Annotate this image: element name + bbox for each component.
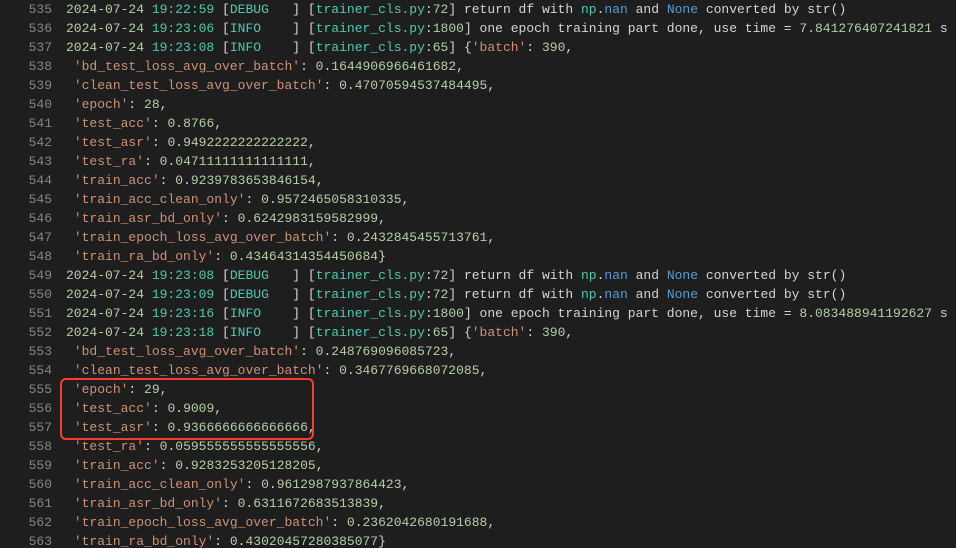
line-number: 556 <box>0 399 52 418</box>
code-line[interactable]: 'train_epoch_loss_avg_over_batch': 0.243… <box>66 228 956 247</box>
line-number: 540 <box>0 95 52 114</box>
code-line[interactable]: 2024-07-24 19:23:16 [INFO ] [trainer_cls… <box>66 304 956 323</box>
line-number: 557 <box>0 418 52 437</box>
code-line[interactable]: 'epoch': 29, <box>66 380 956 399</box>
code-line[interactable]: 2024-07-24 19:23:08 [INFO ] [trainer_cls… <box>66 38 956 57</box>
line-number: 539 <box>0 76 52 95</box>
line-number: 551 <box>0 304 52 323</box>
code-content[interactable]: 2024-07-24 19:22:59 [DEBUG ] [trainer_cl… <box>66 0 956 548</box>
line-number: 549 <box>0 266 52 285</box>
line-number: 548 <box>0 247 52 266</box>
line-number: 562 <box>0 513 52 532</box>
line-number: 545 <box>0 190 52 209</box>
line-number: 553 <box>0 342 52 361</box>
line-number: 558 <box>0 437 52 456</box>
code-line[interactable]: 'train_asr_bd_only': 0.6242983159582999, <box>66 209 956 228</box>
code-line[interactable]: 2024-07-24 19:22:59 [DEBUG ] [trainer_cl… <box>66 0 956 19</box>
code-line[interactable]: 'test_ra': 0.04711111111111111, <box>66 152 956 171</box>
line-number: 538 <box>0 57 52 76</box>
line-number: 552 <box>0 323 52 342</box>
line-number: 561 <box>0 494 52 513</box>
line-number: 560 <box>0 475 52 494</box>
code-line[interactable]: 'train_ra_bd_only': 0.43464314354450684} <box>66 247 956 266</box>
code-line[interactable]: 'clean_test_loss_avg_over_batch': 0.4707… <box>66 76 956 95</box>
code-line[interactable]: 'test_acc': 0.8766, <box>66 114 956 133</box>
code-line[interactable]: 'test_asr': 0.9492222222222222, <box>66 133 956 152</box>
code-line[interactable]: 'train_acc_clean_only': 0.96129879378644… <box>66 475 956 494</box>
code-editor[interactable]: 5355365375385395405415425435445455465475… <box>0 0 956 548</box>
code-line[interactable]: 2024-07-24 19:23:08 [DEBUG ] [trainer_cl… <box>66 266 956 285</box>
code-line[interactable]: 'bd_test_loss_avg_over_batch': 0.1644906… <box>66 57 956 76</box>
line-number: 541 <box>0 114 52 133</box>
line-number: 546 <box>0 209 52 228</box>
code-line[interactable]: 2024-07-24 19:23:09 [DEBUG ] [trainer_cl… <box>66 285 956 304</box>
line-number: 550 <box>0 285 52 304</box>
code-line[interactable]: 'epoch': 28, <box>66 95 956 114</box>
code-line[interactable]: 'clean_test_loss_avg_over_batch': 0.3467… <box>66 361 956 380</box>
code-line[interactable]: 'test_acc': 0.9009, <box>66 399 956 418</box>
line-number: 547 <box>0 228 52 247</box>
line-number: 563 <box>0 532 52 548</box>
code-line[interactable]: 2024-07-24 19:23:18 [INFO ] [trainer_cls… <box>66 323 956 342</box>
line-number: 542 <box>0 133 52 152</box>
code-line[interactable]: 'train_asr_bd_only': 0.6311672683513839, <box>66 494 956 513</box>
line-number: 537 <box>0 38 52 57</box>
line-number: 535 <box>0 0 52 19</box>
code-line[interactable]: 'train_ra_bd_only': 0.43020457280385077} <box>66 532 956 548</box>
code-line[interactable]: 2024-07-24 19:23:06 [INFO ] [trainer_cls… <box>66 19 956 38</box>
line-number: 555 <box>0 380 52 399</box>
code-line[interactable]: 'train_acc_clean_only': 0.95724650583103… <box>66 190 956 209</box>
code-line[interactable]: 'train_epoch_loss_avg_over_batch': 0.236… <box>66 513 956 532</box>
line-number-gutter: 5355365375385395405415425435445455465475… <box>0 0 66 548</box>
line-number: 536 <box>0 19 52 38</box>
line-number: 544 <box>0 171 52 190</box>
code-line[interactable]: 'train_acc': 0.9239783653846154, <box>66 171 956 190</box>
code-line[interactable]: 'train_acc': 0.9283253205128205, <box>66 456 956 475</box>
line-number: 543 <box>0 152 52 171</box>
code-line[interactable]: 'test_ra': 0.059555555555555556, <box>66 437 956 456</box>
code-line[interactable]: 'test_asr': 0.9366666666666666, <box>66 418 956 437</box>
line-number: 559 <box>0 456 52 475</box>
code-line[interactable]: 'bd_test_loss_avg_over_batch': 0.2487690… <box>66 342 956 361</box>
line-number: 554 <box>0 361 52 380</box>
